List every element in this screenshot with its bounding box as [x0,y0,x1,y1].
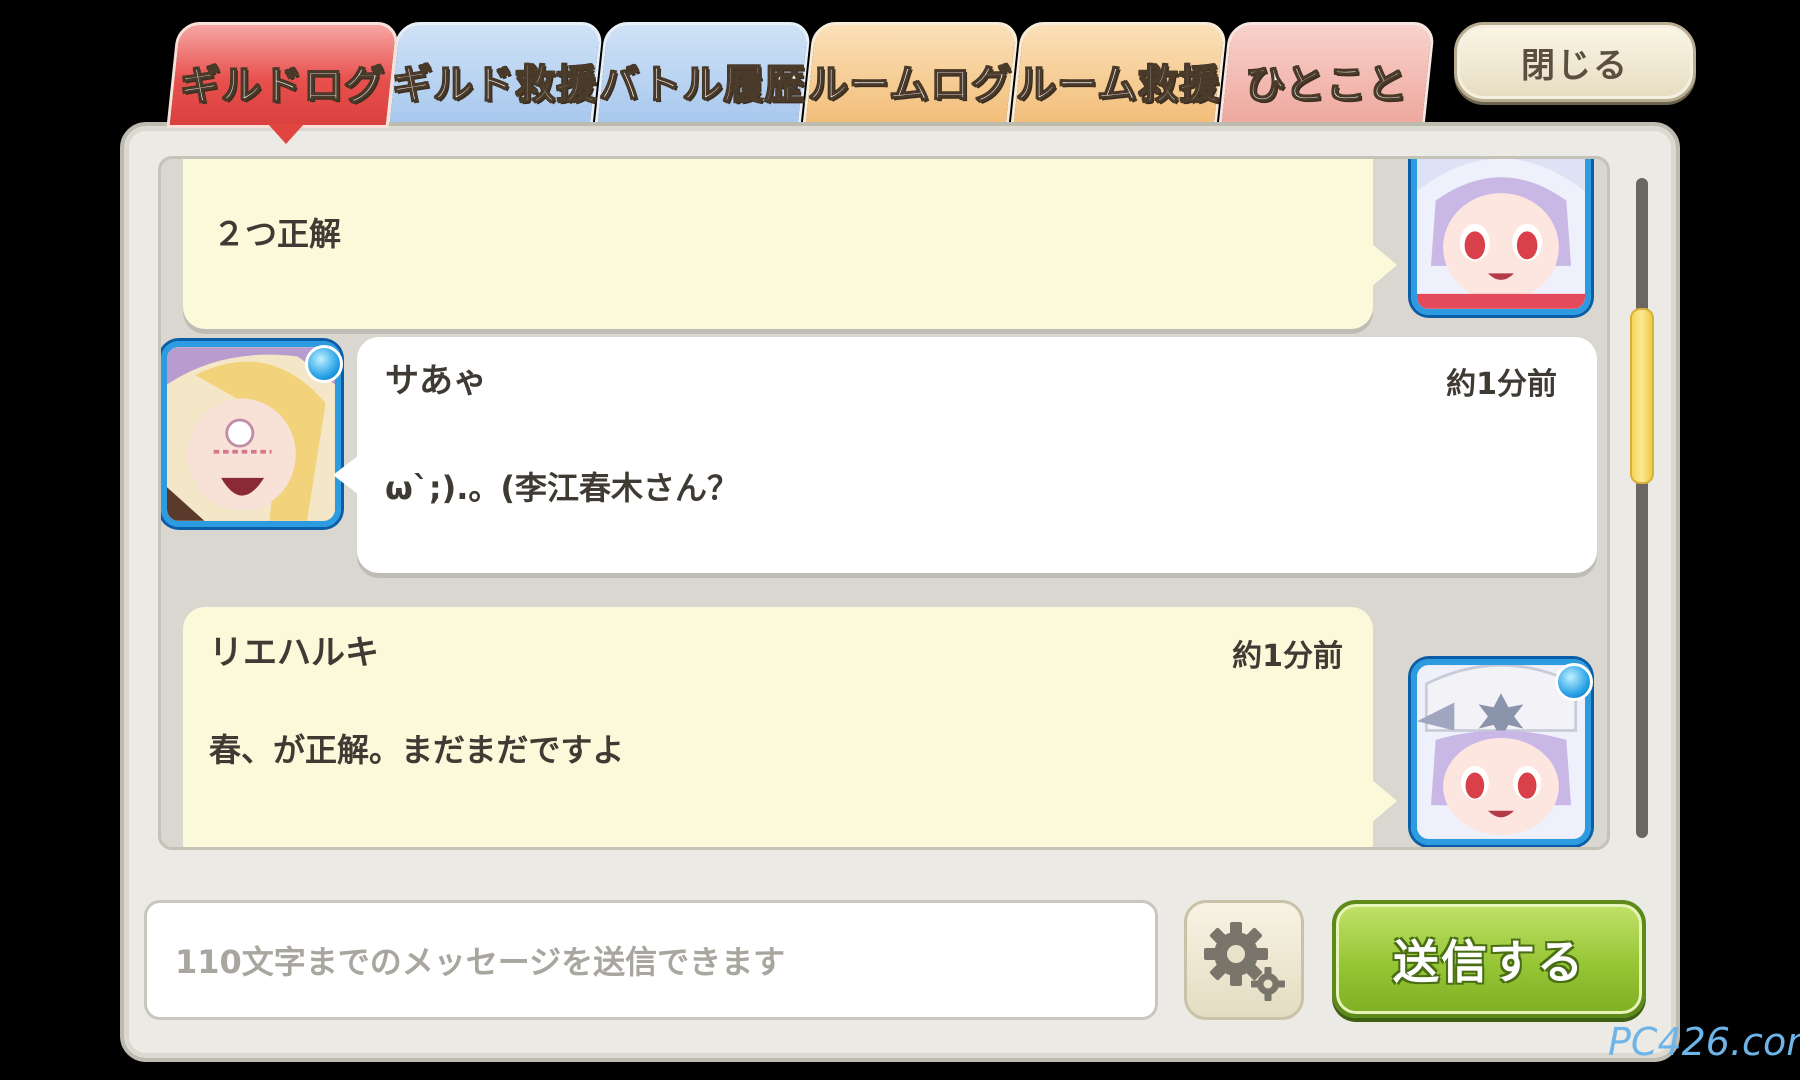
message-input[interactable] [173,931,1137,993]
element-badge-icon [305,345,343,383]
element-badge-icon [1555,663,1593,701]
message-bubble: サあゃ 約1分前 ω`;).。(李江春木さん？ [357,337,1597,573]
message-time: 約1分前 [1232,639,1343,674]
tab-label: ひとこと [1244,61,1408,109]
message-author: リエハルキ [209,633,379,673]
settings-button[interactable] [1184,900,1304,1020]
send-button[interactable]: 送信する [1332,900,1646,1018]
tab-label: ルームログ [808,61,1013,109]
message-bubble: リエハルキ 約1分前 春、が正解。まだまだですよ [183,607,1373,847]
message-text: ２つ正解 [213,215,342,253]
tab-battle-history[interactable]: バトル履歴 [594,22,812,126]
gear-icon [1204,922,1285,1001]
active-tab-pointer [268,124,304,144]
watermark: PC426.com [1608,1020,1800,1064]
tab-room-log[interactable]: ルームログ [802,22,1020,126]
tab-guild-rescue[interactable]: ギルド救援 [386,22,604,126]
scrollbar-thumb[interactable] [1630,308,1654,484]
tab-label: ギルドログ [179,62,386,110]
scrollbar-track[interactable] [1636,178,1648,838]
tab-label: バトル履歴 [598,61,806,109]
message-text: ω`;).。(李江春木さん？ [385,469,740,507]
tab-hitokoto[interactable]: ひとこと [1218,22,1436,126]
message-input-box[interactable] [144,900,1158,1020]
message-author: サあゃ [385,361,487,401]
tab-guild-log[interactable]: ギルドログ [166,22,400,128]
tab-label: ギルド救援 [391,61,598,109]
tab-label: ルーム救援 [1016,61,1221,109]
message-bubble: ２つ正解 [183,159,1373,329]
avatar-riehaluki[interactable] [1411,159,1591,315]
bubble-tail [1371,779,1397,823]
bubble-tail [333,455,359,495]
chat-log[interactable]: ２つ正解 サあゃ 約1分前 ω`;).。(李江春木さん？ リエハルキ 約1分前 … [158,156,1610,850]
bubble-tail [1371,243,1397,287]
character-portrait-icon [1417,159,1585,309]
message-text: 春、が正解。まだまだですよ [209,731,625,769]
message-time: 約1分前 [1446,367,1557,402]
close-button[interactable]: 閉じる [1454,22,1696,102]
tab-room-rescue[interactable]: ルーム救援 [1010,22,1228,126]
